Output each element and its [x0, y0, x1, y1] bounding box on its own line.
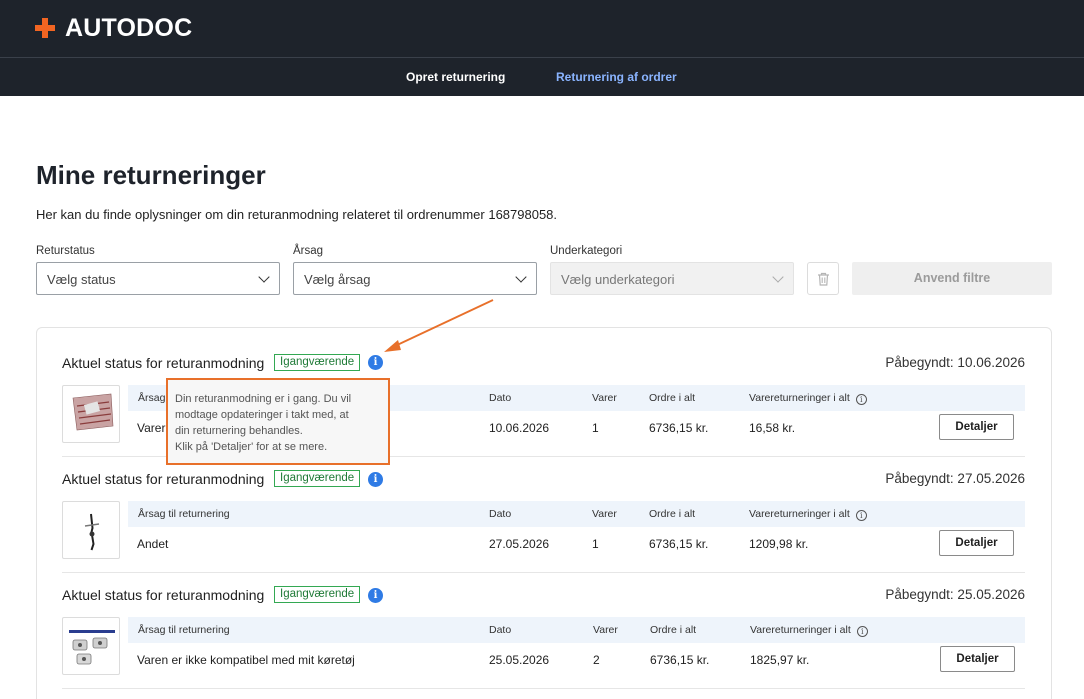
- column-items: Varer: [593, 624, 618, 636]
- return-status-heading: Aktuel status for returanmodning: [62, 587, 265, 603]
- plus-logo-icon: [35, 18, 55, 38]
- return-status-heading: Aktuel status for returanmodning: [62, 355, 265, 371]
- return-total: 1825,97 kr.: [750, 653, 810, 667]
- tooltip-line: Din returanmodning er i gang. Du vil: [175, 393, 352, 405]
- column-return-total-label: Varereturneringer i alt: [750, 624, 851, 636]
- autodoc-logo[interactable]: AUTODOC: [35, 13, 193, 42]
- status-select[interactable]: Vælg status: [36, 262, 280, 295]
- column-order-total: Ordre i alt: [649, 508, 696, 520]
- logo-text: AUTODOC: [65, 13, 193, 42]
- tooltip-line: din returnering behandles.: [175, 425, 303, 437]
- reason-select[interactable]: Vælg årsag: [293, 262, 537, 295]
- reason-select-value: Vælg årsag: [304, 272, 371, 287]
- return-reason: Varer: [137, 421, 166, 435]
- order-total: 6736,15 kr.: [649, 537, 709, 551]
- return-date: 25.05.2026: [489, 653, 550, 667]
- table-header: Årsag til returnering Dato Varer Ordre i…: [128, 501, 1025, 527]
- status-badge: Igangværende: [274, 354, 361, 371]
- status-select-value: Vælg status: [47, 272, 116, 287]
- return-reason: Varen er ikke kompatibel med mit køretøj: [137, 653, 355, 667]
- status-filter-label: Returstatus: [36, 245, 95, 257]
- started-date: Påbegyndt: 25.05.2026: [885, 587, 1025, 602]
- column-items: Varer: [592, 392, 617, 404]
- order-total: 6736,15 kr.: [649, 421, 709, 435]
- subcategory-filter-label: Underkategori: [550, 245, 623, 257]
- order-total: 6736,15 kr.: [650, 653, 710, 667]
- return-total: 1209,98 kr.: [749, 537, 809, 551]
- column-reason: Årsag til returnering: [138, 624, 230, 636]
- tab-order-returns[interactable]: Returnering af ordrer: [556, 70, 677, 84]
- return-date: 10.06.2026: [489, 421, 550, 435]
- product-image: [62, 617, 120, 675]
- started-date: Påbegyndt: 27.05.2026: [885, 471, 1025, 486]
- page-intro: Her kan du finde oplysninger om din retu…: [36, 207, 558, 222]
- details-button[interactable]: Detaljer: [939, 530, 1014, 556]
- column-date: Dato: [489, 624, 512, 636]
- column-date: Dato: [489, 508, 512, 520]
- column-order-total: Ordre i alt: [649, 392, 696, 404]
- info-icon[interactable]: i: [856, 626, 868, 637]
- return-items: 1: [592, 537, 599, 551]
- column-return-total: Varereturneringer i alt i: [750, 624, 868, 637]
- details-button[interactable]: Detaljer: [940, 646, 1015, 672]
- subcategory-select[interactable]: Vælg underkategori: [550, 262, 794, 295]
- product-image: [62, 501, 120, 559]
- info-icon[interactable]: i: [855, 510, 867, 521]
- clear-filters-button[interactable]: [807, 262, 839, 295]
- info-icon[interactable]: i: [855, 394, 867, 405]
- status-badge: Igangværende: [274, 586, 361, 603]
- return-items: 2: [593, 653, 600, 667]
- status-tooltip: Din returanmodning er i gang. Du vil mod…: [166, 378, 390, 465]
- status-badge: Igangværende: [274, 470, 361, 487]
- return-status-heading: Aktuel status for returanmodning: [62, 471, 265, 487]
- return-total: 16,58 kr.: [749, 421, 796, 435]
- column-return-total-label: Varereturneringer i alt: [749, 392, 850, 404]
- column-date: Dato: [489, 392, 512, 404]
- column-items: Varer: [592, 508, 617, 520]
- return-date: 27.05.2026: [489, 537, 550, 551]
- column-order-total: Ordre i alt: [650, 624, 697, 636]
- product-image: [62, 385, 120, 443]
- return-items: 1: [592, 421, 599, 435]
- table-header: Årsag til returnering Dato Varer Ordre i…: [128, 617, 1025, 643]
- info-icon[interactable]: i: [368, 355, 383, 370]
- column-return-total-label: Varereturneringer i alt: [749, 508, 850, 520]
- info-icon[interactable]: i: [368, 588, 383, 603]
- chevron-down-icon: [258, 271, 270, 283]
- column-reason: Årsag: [138, 392, 166, 404]
- reason-filter-label: Årsag: [293, 245, 324, 257]
- trash-icon: [818, 272, 829, 286]
- divider: [62, 572, 1025, 573]
- apply-filters-button[interactable]: Anvend filtre: [852, 262, 1052, 295]
- chevron-down-icon: [515, 271, 527, 283]
- page-title: Mine returneringer: [36, 160, 266, 190]
- column-return-total: Varereturneringer i alt i: [749, 392, 867, 405]
- tab-create-return[interactable]: Opret returnering: [406, 70, 505, 84]
- column-reason: Årsag til returnering: [138, 508, 230, 520]
- subcategory-select-value: Vælg underkategori: [561, 272, 675, 287]
- return-reason: Andet: [137, 537, 169, 551]
- details-button[interactable]: Detaljer: [939, 414, 1014, 440]
- started-date: Påbegyndt: 10.06.2026: [885, 355, 1025, 370]
- top-header: AUTODOC: [0, 0, 1084, 57]
- column-return-total: Varereturneringer i alt i: [749, 508, 867, 521]
- info-icon[interactable]: i: [368, 472, 383, 487]
- tooltip-line: modtage opdateringer i takt med, at: [175, 409, 349, 421]
- sub-navigation: Opret returnering Returnering af ordrer: [0, 57, 1084, 96]
- divider: [62, 688, 1025, 689]
- tooltip-line: Klik på 'Detaljer' for at se mere.: [175, 441, 328, 453]
- chevron-down-icon: [772, 271, 784, 283]
